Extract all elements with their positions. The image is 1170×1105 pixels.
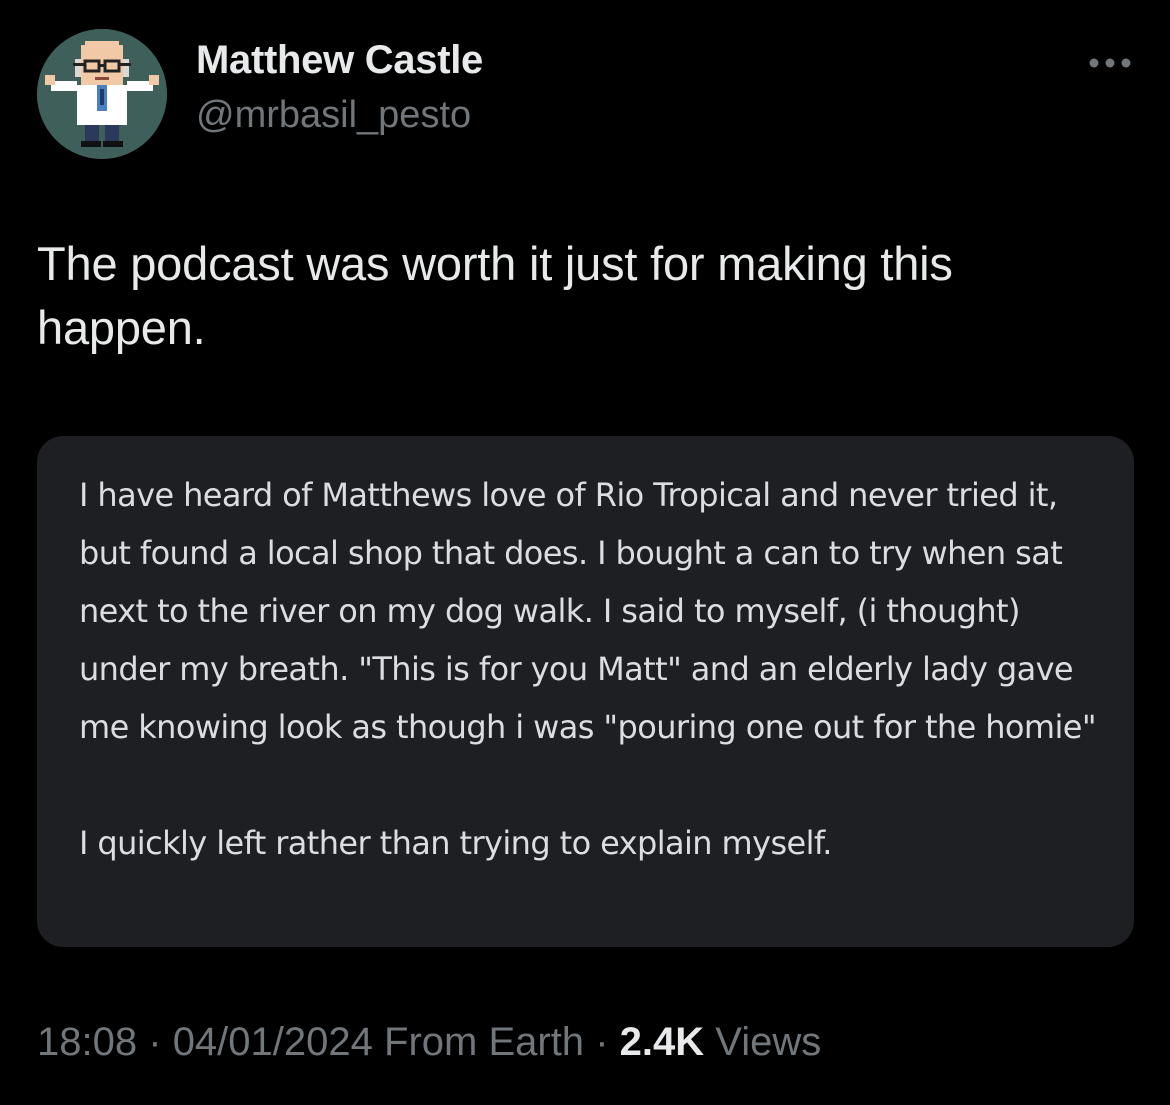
author-handle[interactable]: @mrbasil_pesto [196,94,471,137]
more-button[interactable] [1080,48,1140,78]
tweet-source: From Earth [384,1020,585,1064]
quote-paragraph-2: I quickly left rather than trying to exp… [79,824,832,862]
tweet-text: The podcast was worth it just for making… [37,237,953,354]
views-label: Views [715,1020,822,1064]
pixel-scientist-avatar-icon [37,29,167,159]
more-horizontal-icon [1089,58,1131,68]
author-name[interactable]: Matthew Castle [196,38,483,83]
quoted-screenshot[interactable]: I have heard of Matthews love of Rio Tro… [37,436,1134,947]
views-count[interactable]: 2.4K [620,1020,705,1064]
tweet-date[interactable]: 04/01/2024 [173,1020,373,1064]
meta-separator: · [595,1020,609,1064]
meta-separator: · [148,1020,162,1064]
avatar[interactable] [37,29,167,159]
tweet: Matthew Castle @mrbasil_pesto The podcas… [0,0,1170,1105]
tweet-metadata: 18:08 · 04/01/2024 From Earth · 2.4K Vie… [37,1020,821,1065]
tweet-time[interactable]: 18:08 [37,1020,137,1064]
quote-paragraph-1: I have heard of Matthews love of Rio Tro… [79,476,1097,746]
